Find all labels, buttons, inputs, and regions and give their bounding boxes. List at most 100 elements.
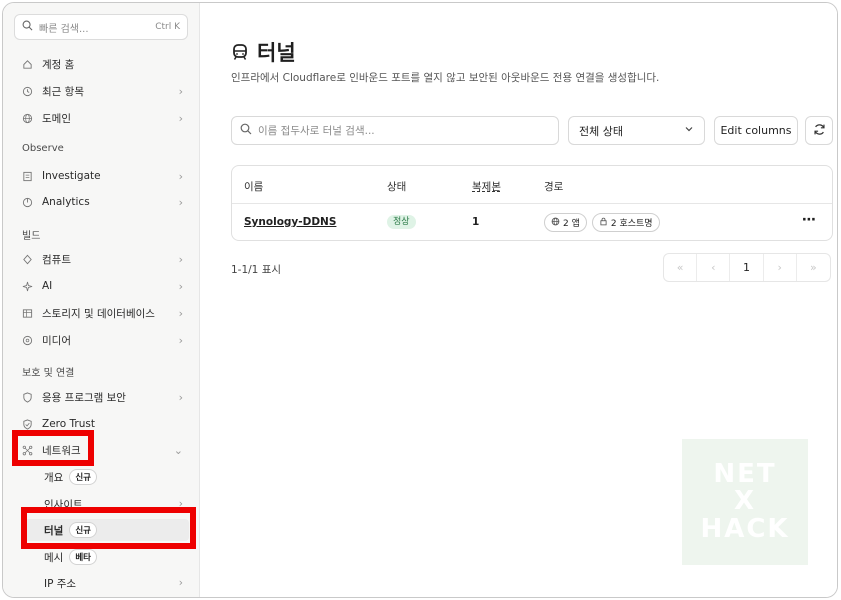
routes-cell: 2 앱 2 호스트명 <box>544 213 660 232</box>
analytics-icon <box>21 196 33 208</box>
quick-search-placeholder: 빠른 검색... <box>39 23 89 35</box>
highlight-network-annotation <box>12 430 94 466</box>
highlight-tunnels-annotation <box>21 507 196 549</box>
shield-check-icon <box>21 418 33 430</box>
chevron-down-icon: ⌄ <box>173 443 183 457</box>
routes-apps-chip[interactable]: 2 앱 <box>544 213 587 232</box>
globe-icon <box>551 217 560 229</box>
sidebar-item-label: 컴퓨트 <box>42 253 71 266</box>
sidebar-item-label: 응용 프로그램 보안 <box>42 391 126 404</box>
tunnel-search-placeholder: 이름 접두사로 터널 검색... <box>258 125 375 137</box>
status-filter-label: 전체 상태 <box>579 124 623 138</box>
sidebar-item-media[interactable]: 미디어 › <box>11 329 189 351</box>
section-observe: Observe <box>22 143 64 154</box>
watermark-logo: NET X HACK <box>682 439 808 565</box>
page-subtitle: 인프라에서 Cloudflare로 인바운드 포트를 열지 않고 보안된 아웃바… <box>231 72 660 84</box>
chevron-right-icon: › <box>178 333 183 347</box>
shield-icon <box>21 391 33 403</box>
page-number-current[interactable]: 1 <box>730 254 764 281</box>
column-header-status[interactable]: 상태 <box>387 179 406 194</box>
sidebar-item-recent[interactable]: 최근 항목 › <box>11 80 189 102</box>
sidebar-item-app-security[interactable]: 응용 프로그램 보안 › <box>11 386 189 408</box>
sidebar-item-label: 최근 항목 <box>42 85 84 98</box>
media-icon <box>21 334 33 346</box>
tunnel-search-input[interactable]: 이름 접두사로 터널 검색... <box>231 116 559 145</box>
ai-icon <box>21 280 33 292</box>
sidebar-item-label: AI <box>42 280 53 292</box>
home-icon <box>21 58 33 70</box>
app-window: 빠른 검색... Ctrl K 계정 홈 최근 항목 › 도메인 › Obser… <box>2 2 838 598</box>
subitem-label: 메시 <box>44 551 64 564</box>
next-page-button[interactable]: › <box>764 254 797 281</box>
sidebar-item-compute[interactable]: 컴퓨트 › <box>11 248 189 270</box>
subitem-label: IP 주소 <box>44 577 77 590</box>
tunnels-table: 이름 상태 복제본 경로 Synology-DDNS 정상 1 2 앱 2 호스… <box>231 165 833 241</box>
sidebar-item-label: 도메인 <box>42 112 71 125</box>
header-divider <box>232 203 832 204</box>
sidebar-item-label: Zero Trust <box>42 418 95 430</box>
sidebar-item-ai[interactable]: AI › <box>11 275 189 297</box>
chevron-right-icon: › <box>178 84 183 98</box>
main-content: 터널 인프라에서 Cloudflare로 인바운드 포트를 열지 않고 보안된 … <box>200 3 837 597</box>
chevron-right-icon: › <box>178 390 183 404</box>
new-badge: 신규 <box>69 469 97 485</box>
watermark-line-2: X <box>733 486 757 517</box>
quick-search[interactable]: 빠른 검색... Ctrl K <box>14 14 188 40</box>
sidebar-subitem-ip-addresses[interactable]: IP 주소 › <box>25 572 189 594</box>
storage-icon <box>21 307 33 319</box>
sidebar-subitem-mesh[interactable]: 메시 베타 <box>25 546 189 568</box>
status-cell: 정상 <box>387 214 416 229</box>
routes-hosts-chip[interactable]: 2 호스트명 <box>591 213 660 232</box>
section-build: 빌드 <box>22 231 41 242</box>
sidebar-item-label: 계정 홈 <box>42 58 75 71</box>
lock-icon <box>599 217 608 229</box>
search-icon <box>22 20 33 34</box>
replicas-cell: 1 <box>472 216 480 228</box>
history-icon <box>21 85 33 97</box>
column-header-routes[interactable]: 경로 <box>544 179 563 194</box>
tunnel-name-link[interactable]: Synology-DDNS <box>244 216 336 228</box>
tunnel-icon <box>231 43 249 61</box>
status-filter-select[interactable]: 전체 상태 <box>568 116 705 145</box>
chevron-down-icon <box>684 124 694 137</box>
document-icon <box>21 170 33 182</box>
sidebar-item-investigate[interactable]: Investigate › <box>11 165 189 187</box>
sidebar-item-domains[interactable]: 도메인 › <box>11 107 189 129</box>
chevron-right-icon: › <box>178 195 183 209</box>
results-count: 1-1/1 표시 <box>231 264 282 276</box>
chevron-right-icon: › <box>178 577 183 589</box>
page-title-text: 터널 <box>257 41 296 65</box>
status-badge: 정상 <box>387 215 416 229</box>
refresh-icon <box>813 123 826 139</box>
refresh-button[interactable] <box>805 116 833 145</box>
prev-page-button[interactable]: ‹ <box>697 254 731 281</box>
row-actions-menu-icon[interactable]: ⋯ <box>802 212 816 228</box>
sidebar: 빠른 검색... Ctrl K 계정 홈 최근 항목 › 도메인 › Obser… <box>3 3 200 597</box>
sidebar-item-storage[interactable]: 스토리지 및 데이터베이스 › <box>11 302 189 324</box>
chevron-right-icon: › <box>178 279 183 293</box>
page-title: 터널 <box>231 37 296 67</box>
edit-columns-button[interactable]: Edit columns <box>714 116 798 145</box>
beta-badge: 베타 <box>69 549 97 565</box>
routes-hosts-label: 2 호스트명 <box>610 219 653 229</box>
sidebar-subitem-overview[interactable]: 개요 신규 <box>25 466 189 488</box>
sidebar-item-account-home[interactable]: 계정 홈 <box>11 53 189 75</box>
chevron-right-icon: › <box>178 306 183 320</box>
search-icon <box>240 123 252 138</box>
sidebar-item-label: 미디어 <box>42 334 71 347</box>
watermark-line-1: NET <box>713 459 777 490</box>
subitem-label: 개요 <box>44 471 64 484</box>
pagination: « ‹ 1 › » <box>663 253 831 282</box>
column-header-replicas[interactable]: 복제본 <box>472 179 501 194</box>
compute-icon <box>21 253 33 265</box>
chevron-right-icon: › <box>178 169 183 183</box>
first-page-button[interactable]: « <box>664 254 698 281</box>
column-header-name[interactable]: 이름 <box>244 179 263 194</box>
sidebar-item-analytics[interactable]: Analytics › <box>11 191 189 213</box>
shortcut-hint: Ctrl K <box>155 22 180 32</box>
chevron-right-icon: › <box>178 111 183 125</box>
last-page-button[interactable]: » <box>797 254 830 281</box>
sidebar-item-label: 스토리지 및 데이터베이스 <box>42 307 155 320</box>
sidebar-item-label: Investigate <box>42 170 101 182</box>
sidebar-item-label: Analytics <box>42 196 90 208</box>
